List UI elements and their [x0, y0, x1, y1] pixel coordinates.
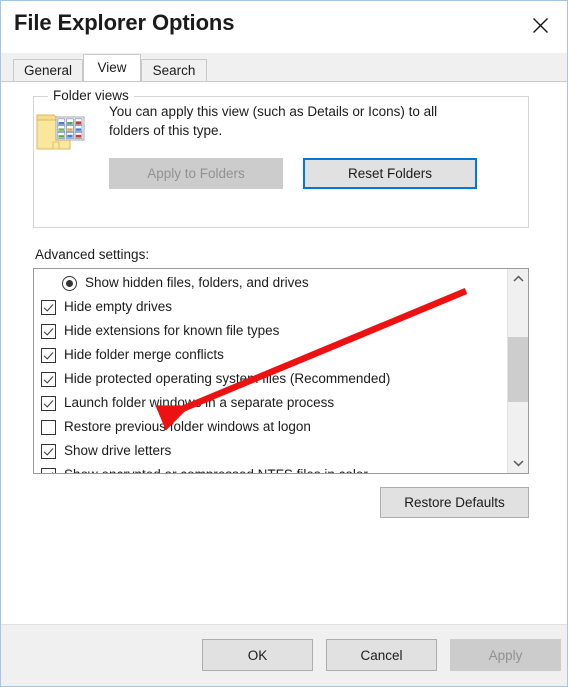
- advanced-settings-label: Advanced settings:: [35, 247, 150, 262]
- list-item[interactable]: Restore previous folder windows at logon: [34, 415, 507, 439]
- list-item[interactable]: Launch folder windows in a separate proc…: [34, 391, 507, 415]
- advanced-settings-list[interactable]: Show hidden files, folders, and drives H…: [33, 268, 529, 474]
- list-item-label: Hide protected operating system files (R…: [64, 371, 391, 386]
- list-item-label: Show hidden files, folders, and drives: [85, 275, 309, 290]
- list-item[interactable]: Hide protected operating system files (R…: [34, 367, 507, 391]
- reset-folders-button[interactable]: Reset Folders: [303, 158, 477, 189]
- checkbox-show-drive-letters[interactable]: [41, 443, 56, 459]
- list-item-label: Show drive letters: [64, 443, 172, 458]
- checkbox-hide-protected-os-files[interactable]: [41, 371, 56, 387]
- list-item[interactable]: Hide empty drives: [34, 295, 507, 319]
- folder-views-legend: Folder views: [48, 88, 134, 103]
- ok-label: OK: [247, 647, 268, 663]
- checkbox-hide-folder-merge-conflicts[interactable]: [41, 347, 56, 363]
- ok-button[interactable]: OK: [202, 639, 313, 671]
- tab-strip: General View Search: [1, 53, 567, 81]
- reset-folders-label: Reset Folders: [347, 166, 433, 181]
- advanced-settings-rows: Show hidden files, folders, and drives H…: [34, 269, 507, 473]
- folder-with-thumbnails-icon: [35, 109, 87, 155]
- tab-view[interactable]: View: [83, 54, 141, 81]
- view-tab-panel: Folder views You can apply this view (su…: [1, 81, 567, 624]
- apply-to-folders-button[interactable]: Apply to Folders: [109, 158, 283, 189]
- file-explorer-options-dialog: File Explorer Options General View Searc…: [0, 0, 568, 687]
- chevron-up-icon[interactable]: [508, 269, 528, 289]
- checkbox-hide-empty-drives[interactable]: [41, 299, 56, 315]
- chevron-down-icon[interactable]: [508, 453, 528, 473]
- list-item[interactable]: Hide extensions for known file types: [34, 319, 507, 343]
- list-item[interactable]: Show hidden files, folders, and drives: [34, 271, 507, 295]
- list-item-label: Hide folder merge conflicts: [64, 347, 224, 362]
- tab-general[interactable]: General: [13, 59, 83, 81]
- list-item[interactable]: Show encrypted or compressed NTFS files …: [34, 463, 507, 473]
- apply-to-folders-label: Apply to Folders: [147, 166, 245, 181]
- apply-button[interactable]: Apply: [450, 639, 561, 671]
- scrollbar-thumb[interactable]: [508, 337, 528, 402]
- settings-list-scrollbar[interactable]: [507, 269, 528, 473]
- tab-search[interactable]: Search: [141, 59, 207, 81]
- folder-views-description: You can apply this view (such as Details…: [109, 104, 438, 138]
- list-item[interactable]: Hide folder merge conflicts: [34, 343, 507, 367]
- cancel-label: Cancel: [360, 647, 403, 663]
- title-bar: File Explorer Options: [1, 1, 567, 53]
- list-item-label: Hide extensions for known file types: [64, 323, 280, 338]
- page-title: File Explorer Options: [14, 10, 235, 35]
- list-item[interactable]: Show drive letters: [34, 439, 507, 463]
- restore-defaults-label: Restore Defaults: [404, 495, 505, 510]
- list-item-label: Show encrypted or compressed NTFS files …: [64, 467, 368, 473]
- dialog-footer: OK Cancel Apply: [1, 624, 567, 686]
- list-item-label: Hide empty drives: [64, 299, 173, 314]
- close-icon[interactable]: [519, 5, 561, 45]
- checkbox-launch-folder-windows-separate-process[interactable]: [41, 395, 56, 411]
- checkbox-show-encrypted-ntfs-color[interactable]: [41, 467, 56, 473]
- checkbox-restore-previous-folder-windows[interactable]: [41, 419, 56, 435]
- list-item-label: Restore previous folder windows at logon: [64, 419, 311, 434]
- list-item-label: Launch folder windows in a separate proc…: [64, 395, 335, 410]
- restore-defaults-button[interactable]: Restore Defaults: [380, 487, 529, 518]
- checkbox-hide-extensions[interactable]: [41, 323, 56, 339]
- apply-label: Apply: [488, 647, 523, 663]
- radio-show-hidden-files[interactable]: [62, 275, 77, 291]
- cancel-button[interactable]: Cancel: [326, 639, 437, 671]
